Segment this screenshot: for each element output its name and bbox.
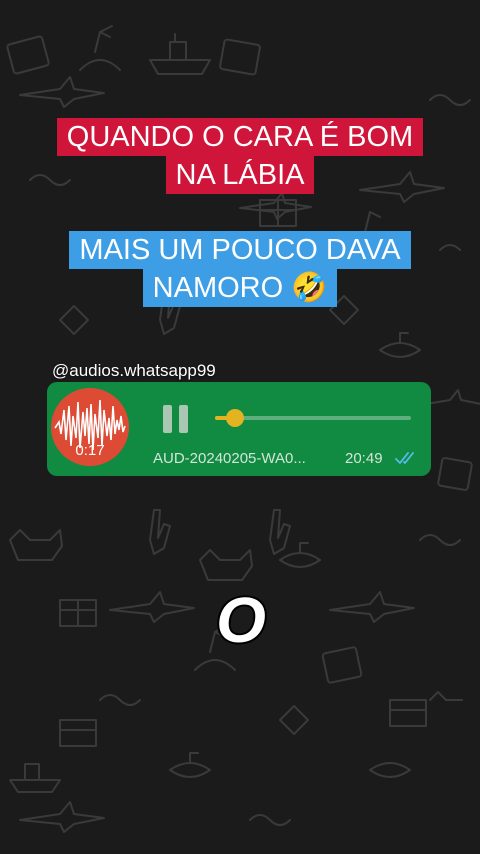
caption-bottom: MAIS UM POUCO DAVA NAMORO 🤣: [0, 231, 480, 307]
message-time: 20:49: [345, 450, 383, 467]
caption-line-4: NAMORO 🤣: [142, 269, 338, 307]
voice-message-bubble[interactable]: 0:17 AUD-20240205-WA0... 20:49: [47, 382, 431, 476]
audio-filename: AUD-20240205-WA0...: [153, 450, 306, 467]
watermark-handle: @audios.whatsapp99: [52, 361, 216, 380]
pause-button[interactable]: [160, 402, 190, 436]
audio-progress-knob[interactable]: [225, 409, 244, 427]
audio-waveform-avatar: 0:17: [51, 388, 129, 466]
caption-line-3: MAIS UM POUCO DAVA: [69, 231, 411, 269]
audio-duration: 0:17: [75, 442, 105, 459]
overlay-letter-o: O: [214, 584, 268, 654]
double-check-icon: [395, 452, 414, 464]
overlay-letter-text: O: [216, 584, 266, 654]
caption-top: QUANDO O CARA É BOM NA LÁBIA: [0, 118, 480, 194]
caption-line-1: QUANDO O CARA É BOM: [56, 118, 424, 156]
audio-progress-track[interactable]: [215, 409, 411, 427]
caption-line-2: NA LÁBIA: [165, 156, 315, 194]
